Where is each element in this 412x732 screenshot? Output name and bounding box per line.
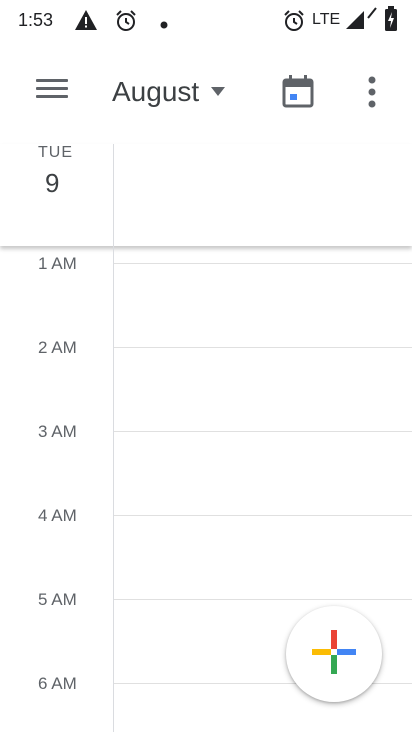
battery-icon bbox=[384, 6, 398, 37]
hour-gridline bbox=[113, 431, 412, 432]
day-of-week: TUE bbox=[38, 144, 73, 161]
alarm-icon bbox=[114, 9, 138, 38]
hour-label: 4 AM bbox=[38, 506, 77, 525]
hour-label: 1 AM bbox=[38, 254, 77, 273]
hour-row[interactable]: 5 AM bbox=[0, 590, 412, 610]
day-number: 9 bbox=[45, 168, 60, 198]
day-column-divider bbox=[113, 144, 114, 732]
hour-gridline bbox=[113, 599, 412, 600]
day-header[interactable]: TUE 9 bbox=[0, 144, 412, 246]
status-time: 1:53 bbox=[18, 10, 54, 30]
alarm-icon bbox=[282, 9, 306, 38]
warning-icon bbox=[74, 9, 98, 36]
create-event-button[interactable] bbox=[286, 606, 382, 702]
hour-label: 6 AM bbox=[38, 674, 77, 693]
hour-row[interactable]: 3 AM bbox=[0, 422, 412, 442]
network-label: LTE bbox=[312, 11, 341, 28]
app-bar: August bbox=[0, 44, 412, 144]
month-label: August bbox=[112, 76, 200, 107]
status-bar: 1:53 LTE bbox=[0, 0, 412, 44]
hour-gridline bbox=[113, 263, 412, 264]
hour-row[interactable]: 2 AM bbox=[0, 338, 412, 358]
calendar-today-icon[interactable] bbox=[280, 74, 316, 115]
hour-gridline bbox=[113, 347, 412, 348]
hamburger-menu-icon[interactable] bbox=[36, 74, 76, 110]
hour-label: 2 AM bbox=[38, 338, 77, 357]
chevron-down-icon bbox=[211, 83, 226, 101]
hour-label: 3 AM bbox=[38, 422, 77, 441]
month-selector[interactable]: August bbox=[112, 72, 226, 112]
hour-row[interactable]: 1 AM bbox=[0, 254, 412, 274]
signal-icon bbox=[345, 10, 365, 35]
plus-icon bbox=[312, 629, 356, 679]
more-vert-icon[interactable] bbox=[360, 74, 384, 115]
hour-gridline bbox=[113, 515, 412, 516]
notification-dot-icon bbox=[160, 16, 168, 34]
wifi-icon bbox=[367, 6, 377, 25]
hour-label: 5 AM bbox=[38, 590, 77, 609]
hour-row[interactable]: 4 AM bbox=[0, 506, 412, 526]
